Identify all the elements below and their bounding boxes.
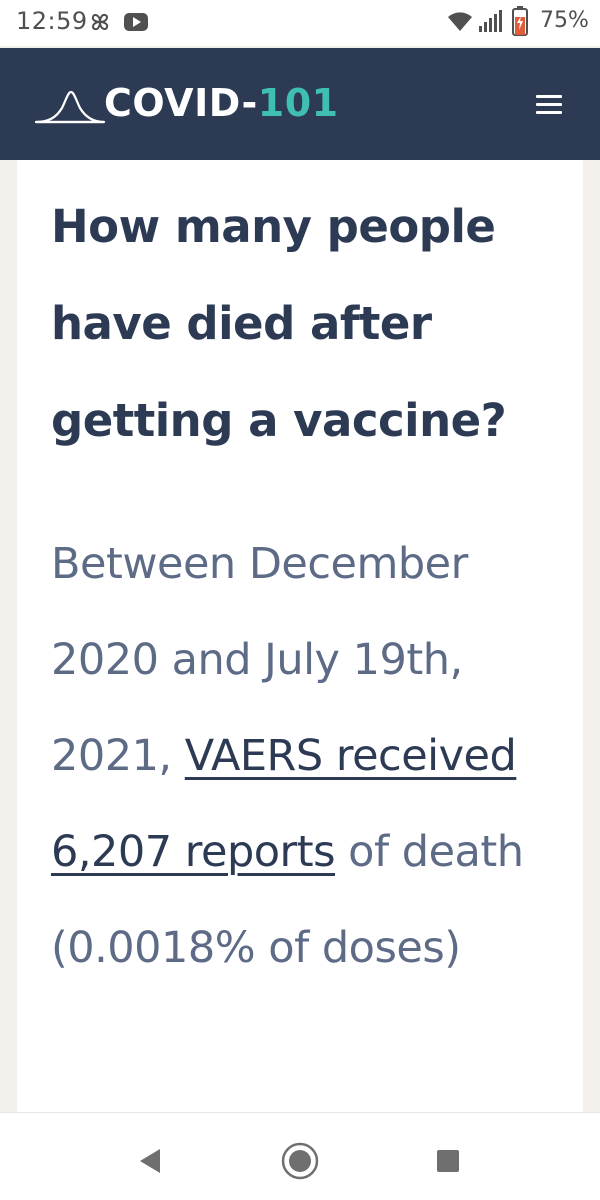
home-icon[interactable] (280, 1141, 320, 1181)
hamburger-menu-icon[interactable] (532, 90, 568, 120)
navigation-bar (0, 1112, 600, 1200)
status-bar: 12:59 75% (0, 0, 600, 46)
site-header: COVID-101 (0, 48, 600, 160)
youtube-icon (124, 13, 148, 31)
recents-icon[interactable] (436, 1149, 460, 1173)
bell-curve-icon (34, 90, 106, 124)
status-time: 12:59 (16, 7, 88, 35)
wifi-icon (448, 12, 472, 31)
article-heading: How many people have died after getting … (51, 200, 507, 447)
back-icon[interactable] (136, 1146, 166, 1176)
article-card: How many people have died after getting … (17, 160, 583, 1112)
battery-percent: 75% (540, 8, 589, 33)
menu-line (536, 111, 562, 114)
site-logo[interactable]: COVID-101 (34, 78, 339, 128)
pinwheel-icon (91, 13, 109, 31)
menu-line (536, 95, 562, 98)
logo-word-covid: COVID- (104, 81, 258, 125)
logo-word-101: 101 (257, 81, 339, 125)
logo-text: COVID-101 (104, 78, 339, 128)
phone-screen: 12:59 75% COVID-101 How many people have… (0, 0, 600, 1200)
battery-icon (512, 6, 528, 36)
article-body: Between December 2020 and July 19th, 202… (51, 516, 576, 996)
signal-icon (479, 10, 502, 32)
menu-line (536, 103, 562, 106)
